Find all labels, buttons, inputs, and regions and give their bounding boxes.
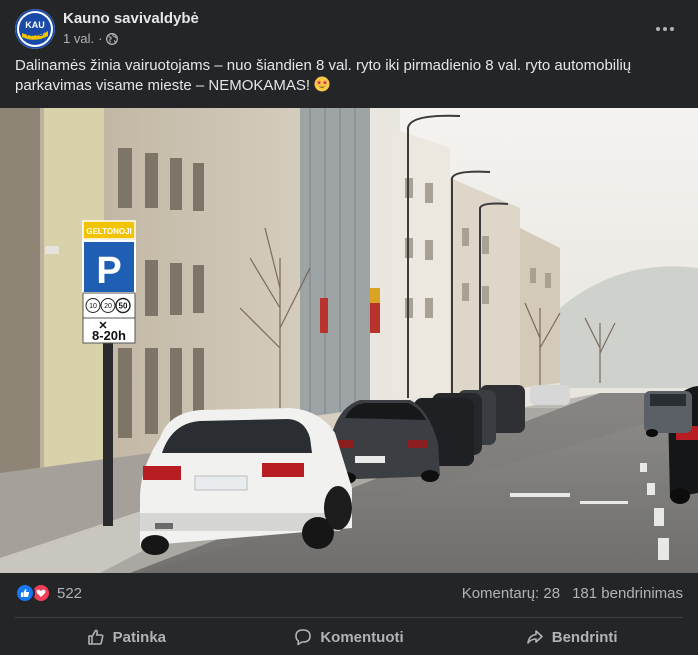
like-button[interactable]: Patinka [15, 620, 238, 654]
engagement-counts: Komentarų: 28 181 bendrinimas [462, 585, 683, 602]
shares-count[interactable]: 181 bendrinimas [572, 585, 683, 602]
svg-text:NAS: NAS [27, 29, 45, 38]
post-stats: 522 Komentarų: 28 181 bendrinimas [15, 583, 683, 607]
reaction-count: 522 [57, 584, 83, 602]
sign-time-3: 50 [119, 302, 128, 311]
avatar[interactable]: KAU NAS [15, 9, 55, 49]
share-button-label: Bendrinti [551, 628, 618, 646]
share-icon [526, 630, 543, 644]
sign-time-2: 20 [104, 303, 112, 310]
globe-icon[interactable] [106, 32, 119, 45]
like-icon [15, 583, 35, 603]
comment-button-label: Komentuoti [320, 628, 404, 646]
reactions-summary[interactable]: 522 [15, 583, 82, 603]
post-meta: 1 val. · [63, 31, 119, 46]
comment-icon [295, 629, 312, 646]
post-text: Dalinamės žinia vairuotojams – nuo šiand… [15, 56, 675, 96]
post-actions: Patinka Komentuoti Bendrinti [15, 620, 683, 654]
comments-count[interactable]: Komentarų: 28 [462, 585, 560, 602]
meta-separator: · [98, 31, 103, 46]
street-photo: GELTONOJI P 10 20 50 8-20h [0, 108, 698, 573]
post-timestamp[interactable]: 1 val. [63, 31, 94, 46]
sign-zone-label: GELTONOJI [86, 227, 132, 236]
actions-divider [15, 617, 683, 618]
thumbs-up-icon [87, 629, 104, 645]
post-header: KAU NAS Kauno savivaldybė 1 val. · [15, 9, 683, 49]
sign-time-1: 10 [89, 303, 97, 310]
comment-button[interactable]: Komentuoti [238, 620, 461, 654]
like-button-label: Patinka [112, 628, 167, 646]
post-photo[interactable]: GELTONOJI P 10 20 50 8-20h [0, 108, 698, 573]
facebook-post: KAU NAS Kauno savivaldybė 1 val. · Dalin… [0, 0, 698, 655]
sign-parking-letter: P [96, 250, 121, 292]
star-struck-emoji [314, 76, 330, 92]
parking-sign: GELTONOJI P 10 20 50 8-20h [82, 220, 136, 344]
more-options-icon[interactable] [651, 15, 679, 43]
kaunas-logo-icon: KAU NAS [15, 9, 55, 49]
page-name[interactable]: Kauno savivaldybė [63, 10, 199, 27]
share-button[interactable]: Bendrinti [460, 620, 683, 654]
sign-hours: 8-20h [92, 328, 126, 343]
